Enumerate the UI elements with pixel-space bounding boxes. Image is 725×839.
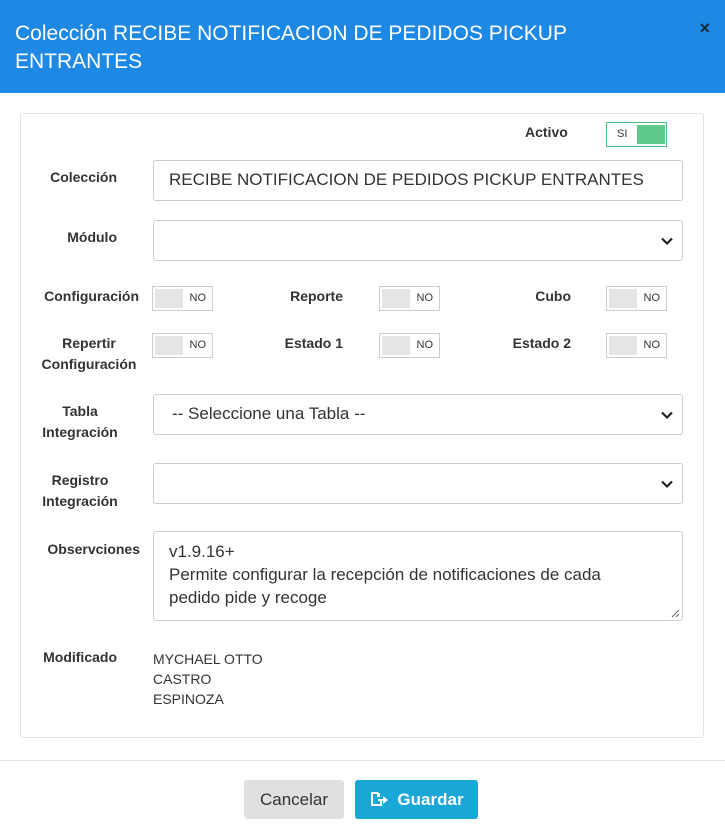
repertir-configuracion-label-line1: Repertir	[62, 335, 116, 351]
registro-integracion-label: Registro Integración	[27, 470, 133, 512]
observaciones-label: Observciones	[47, 541, 140, 557]
modulo-select[interactable]	[153, 220, 683, 261]
modal-title: Colección RECIBE NOTIFICACION DE PEDIDOS…	[15, 22, 567, 73]
toggle-knob	[382, 336, 410, 355]
save-button[interactable]: Guardar	[355, 780, 478, 819]
configuracion-toggle-text: NO	[189, 292, 207, 304]
tabla-integracion-select-value: -- Seleccione una Tabla --	[172, 404, 366, 423]
observaciones-textarea[interactable]: v1.9.16+ Permite configurar la recepción…	[153, 531, 683, 621]
estado1-toggle-text: NO	[416, 339, 434, 351]
tabla-integracion-label-line2: Integración	[42, 424, 118, 440]
close-icon[interactable]: ×	[699, 19, 710, 37]
registro-integracion-select[interactable]	[153, 463, 683, 504]
toggle-knob	[155, 289, 183, 308]
reporte-toggle-text: NO	[416, 292, 434, 304]
observaciones-line1: v1.9.16+	[169, 542, 235, 561]
estado1-label: Estado 1	[284, 335, 343, 351]
save-share-icon	[371, 792, 389, 807]
modulo-label: Módulo	[67, 229, 117, 245]
modificado-value: MYCHAEL OTTO CASTRO ESPINOZA	[153, 649, 283, 709]
estado2-label: Estado 2	[512, 335, 571, 351]
repertir-configuracion-toggle[interactable]: NO	[152, 333, 213, 358]
resize-handle-icon[interactable]	[670, 608, 680, 618]
tabla-integracion-label-line1: Tabla	[62, 403, 98, 419]
footer-divider	[0, 760, 725, 761]
activo-label: Activo	[525, 124, 568, 140]
reporte-label: Reporte	[290, 288, 343, 304]
observaciones-line3: pedido pide y recoge	[169, 588, 327, 607]
registro-integracion-label-line1: Registro	[51, 472, 109, 488]
estado2-toggle-text: NO	[643, 339, 661, 351]
tabla-integracion-select[interactable]: -- Seleccione una Tabla --	[153, 394, 683, 435]
modificado-line2: CASTRO	[153, 671, 212, 687]
configuracion-toggle[interactable]: NO	[152, 286, 213, 311]
form-panel: Activo SI Colección RECIBE NOTIFICACION …	[20, 113, 704, 738]
activo-toggle[interactable]: SI	[606, 122, 667, 147]
toggle-knob	[609, 336, 637, 355]
repertir-configuracion-toggle-text: NO	[189, 339, 207, 351]
toggle-knob	[637, 125, 665, 144]
save-button-label: Guardar	[397, 790, 464, 809]
cubo-label: Cubo	[535, 288, 571, 304]
chevron-down-icon	[661, 411, 673, 420]
configuracion-label: Configuración	[44, 288, 139, 304]
estado2-toggle[interactable]: NO	[606, 333, 667, 358]
cubo-toggle[interactable]: NO	[606, 286, 667, 311]
registro-integracion-label-line2: Integración	[42, 493, 118, 509]
estado1-toggle[interactable]: NO	[379, 333, 440, 358]
modificado-line1: MYCHAEL OTTO	[153, 651, 263, 667]
chevron-down-icon	[661, 237, 673, 246]
toggle-knob	[382, 289, 410, 308]
modificado-label: Modificado	[43, 649, 117, 665]
reporte-toggle[interactable]: NO	[379, 286, 440, 311]
toggle-knob	[609, 289, 637, 308]
activo-toggle-text: SI	[617, 128, 628, 140]
chevron-down-icon	[661, 480, 673, 489]
toggle-knob	[155, 336, 183, 355]
repertir-configuracion-label: Repertir Configuración	[27, 333, 151, 375]
tabla-integracion-label: Tabla Integración	[27, 401, 133, 443]
modificado-line3: ESPINOZA	[153, 691, 224, 707]
repertir-configuracion-label-line2: Configuración	[41, 356, 137, 372]
coleccion-input[interactable]: RECIBE NOTIFICACION DE PEDIDOS PICKUP EN…	[153, 160, 683, 201]
cancel-button[interactable]: Cancelar	[244, 780, 344, 819]
observaciones-line2: Permite configurar la recepción de notif…	[169, 565, 601, 584]
coleccion-label: Colección	[50, 169, 117, 185]
modal-header: Colección RECIBE NOTIFICACION DE PEDIDOS…	[0, 0, 725, 93]
cubo-toggle-text: NO	[643, 292, 661, 304]
